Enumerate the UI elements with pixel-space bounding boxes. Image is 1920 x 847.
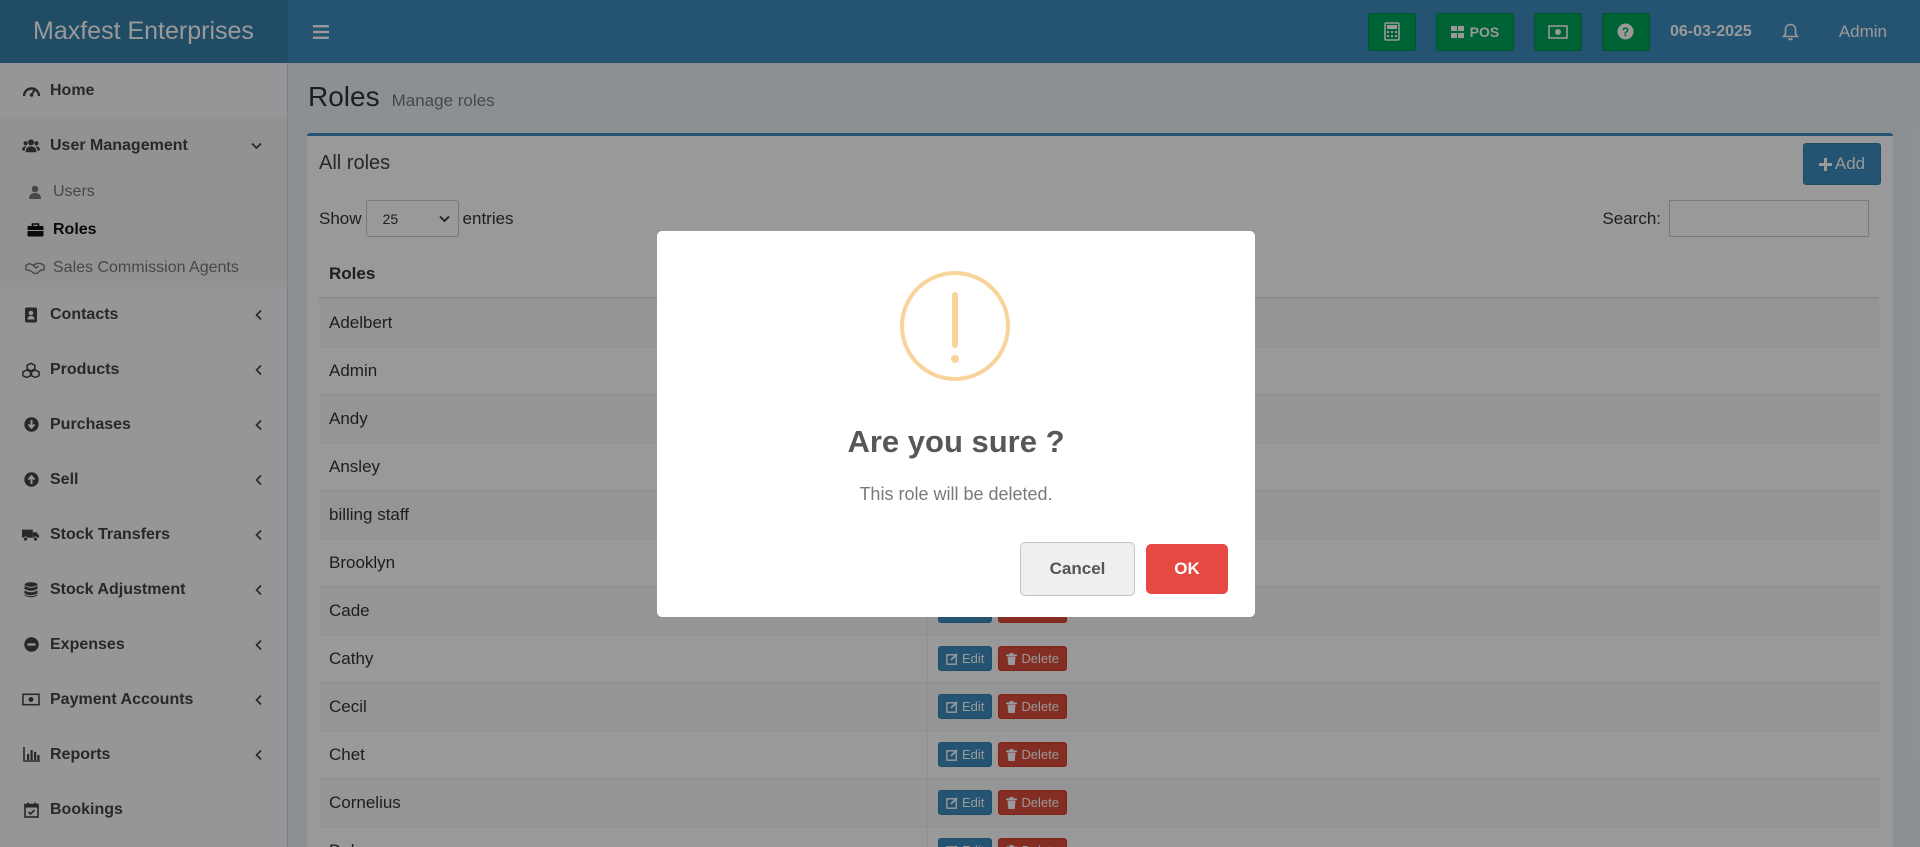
cancel-button[interactable]: Cancel [1020,542,1135,596]
dialog-message: This role will be deleted. [859,484,1053,504]
confirm-dialog: Are you sure ? This role will be deleted… [657,231,1255,617]
dialog-title: Are you sure ? [847,424,1065,459]
ok-button[interactable]: OK [1146,544,1228,594]
warning-icon [900,271,1010,381]
